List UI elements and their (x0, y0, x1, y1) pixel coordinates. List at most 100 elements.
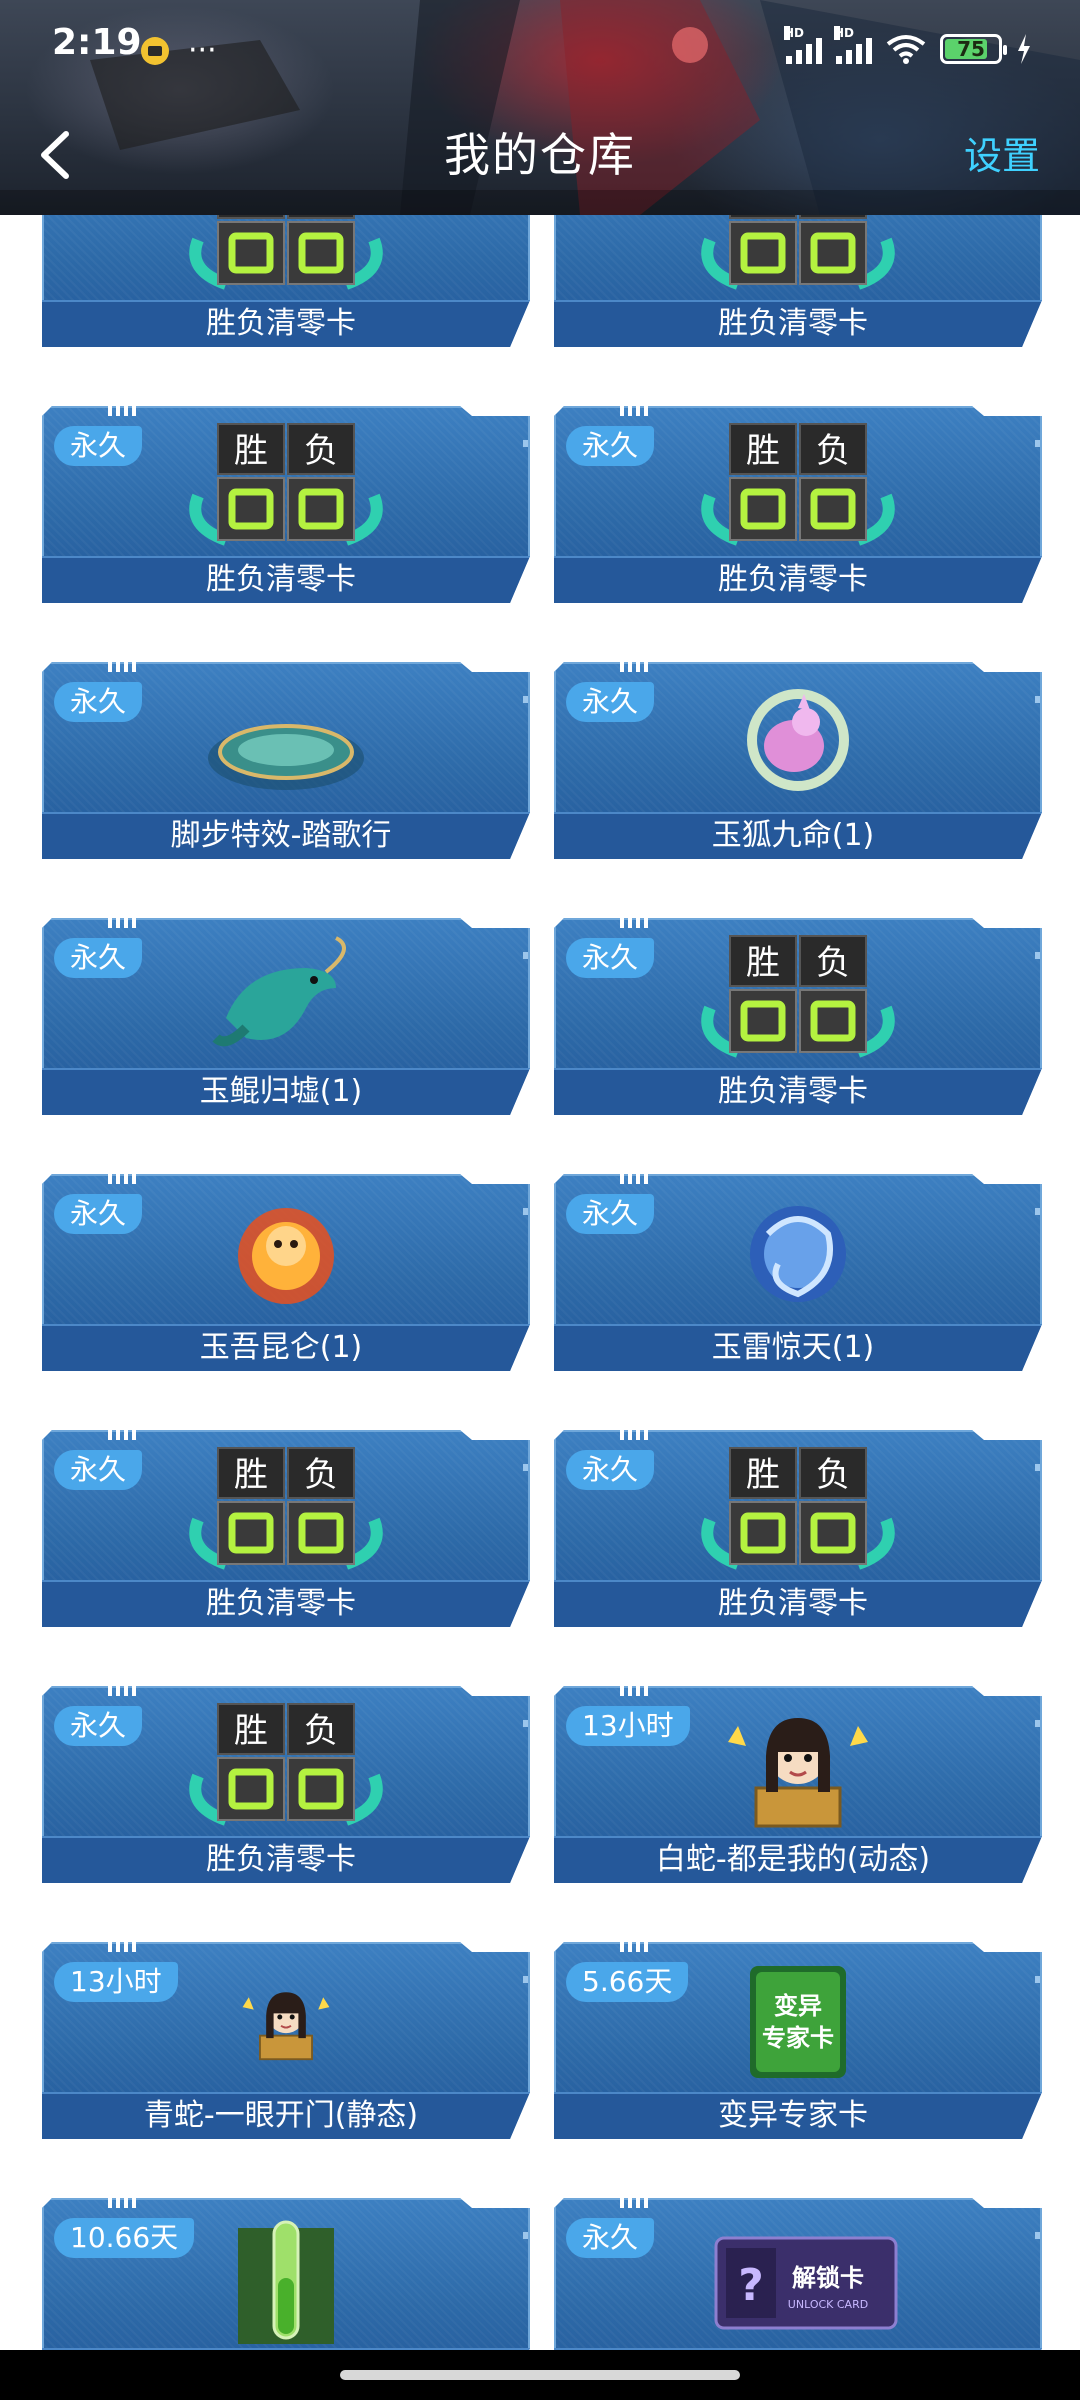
duration-badge: 永久 (54, 426, 143, 466)
item-card-6[interactable]: 玉狐九命(1) 永久 (554, 658, 1042, 859)
duration-badge: 13小时 (54, 1962, 178, 2002)
card-side-mark (523, 1976, 528, 1983)
warehouse-item-list[interactable]: 胜 负 胜负清零卡 胜 负 胜负清零卡 (0, 215, 1080, 2350)
card-side-mark (1035, 1720, 1040, 1727)
svg-text:UNLOCK CARD: UNLOCK CARD (788, 2298, 868, 2311)
item-card-18[interactable]: ? 解锁卡 UNLOCK CARD 永久 (554, 2194, 1042, 2350)
home-indicator[interactable] (340, 2370, 740, 2380)
duration-badge: 13小时 (566, 1706, 690, 1746)
card-corner-ticks (108, 2194, 136, 2208)
jade-kun-fish-art (212, 936, 346, 1047)
item-art: ? 解锁卡 UNLOCK CARD (698, 2208, 898, 2344)
item-name: 胜负清零卡 (206, 1842, 356, 1877)
item-card-1[interactable]: 胜 负 胜负清零卡 (42, 215, 530, 347)
duration-badge: 永久 (54, 1450, 143, 1490)
win-lose-reset-art: 胜 负 (701, 935, 895, 1058)
svg-text:负: 负 (304, 431, 338, 471)
card-corner-ticks (108, 1938, 136, 1952)
battery-icon: 75 (940, 34, 1007, 64)
item-art: 胜 负 (186, 1696, 386, 1832)
svg-text:胜: 胜 (746, 1455, 780, 1495)
item-art: 胜 负 (186, 1440, 386, 1576)
card-corner-ticks (620, 1426, 648, 1440)
svg-text:负: 负 (816, 1455, 850, 1495)
card-side-mark (523, 2232, 528, 2239)
svg-text:胜: 胜 (746, 943, 780, 983)
mutation-expert-card-art: 变异 专家卡 (750, 1966, 846, 2078)
item-card-13[interactable]: 胜 负 胜负清零卡 永久 (42, 1682, 530, 1883)
item-name: 玉鲲归墟(1) (199, 1074, 363, 1109)
svg-text:胜: 胜 (234, 1711, 268, 1751)
card-corner-ticks (108, 1426, 136, 1440)
item-art (698, 1184, 898, 1320)
item-card-16[interactable]: 变异 专家卡 变异专家卡 5.66天 (554, 1938, 1042, 2139)
item-art (698, 1696, 898, 1832)
item-art: 胜 负 (186, 416, 386, 552)
item-card-12[interactable]: 胜 负 胜负清零卡 永久 (554, 1426, 1042, 1627)
card-side-mark (1035, 2232, 1040, 2239)
item-name: 脚步特效-踏歌行 (170, 818, 392, 853)
card-corner-ticks (108, 1170, 136, 1184)
item-art: 胜 负 (698, 1440, 898, 1576)
item-name: 青蛇-一眼开门(静态) (143, 2098, 419, 2133)
unlock-card-art: ? 解锁卡 UNLOCK CARD (714, 2236, 898, 2330)
duration-badge: 永久 (566, 682, 655, 722)
snake-avatar-art (728, 1718, 868, 1828)
card-side-mark (1035, 440, 1040, 447)
item-art (186, 672, 386, 808)
card-corner-ticks (620, 658, 648, 672)
card-side-mark (523, 440, 528, 447)
card-side-mark (1035, 696, 1040, 703)
system-nav-bar (0, 2350, 1080, 2400)
card-corner-ticks (620, 1938, 648, 1952)
duration-badge: 永久 (566, 426, 655, 466)
win-lose-reset-art: 胜 负 (701, 1447, 895, 1570)
item-card-10[interactable]: 玉雷惊天(1) 永久 (554, 1170, 1042, 1371)
item-card-17[interactable]: 10.66天 (42, 2194, 530, 2350)
card-corner-ticks (108, 1682, 136, 1696)
item-name: 胜负清零卡 (718, 306, 868, 341)
app-notification-icon (141, 37, 169, 65)
svg-text:负: 负 (816, 431, 850, 471)
header: 2:19 ··· HD HD 75 我的仓库 设置 (0, 0, 1080, 215)
snake-avatar-art (242, 1992, 330, 2061)
item-card-11[interactable]: 胜 负 胜负清零卡 永久 (42, 1426, 530, 1627)
card-side-mark (1035, 1976, 1040, 1983)
svg-text:胜: 胜 (234, 431, 268, 471)
status-right-icons: HD HD 75 (784, 24, 1032, 74)
item-name: 胜负清零卡 (206, 562, 356, 597)
jade-fox-art (747, 689, 849, 791)
item-card-4[interactable]: 胜 负 胜负清零卡 永久 (554, 402, 1042, 603)
win-lose-reset-art: 胜 负 (189, 1447, 383, 1570)
card-corner-ticks (108, 402, 136, 416)
item-card-14[interactable]: 白蛇-都是我的(动态) 13小时 (554, 1682, 1042, 1883)
status-left-icons: ··· (140, 26, 217, 76)
page-title: 我的仓库 (444, 128, 636, 182)
item-card-15[interactable]: 青蛇-一眼开门(静态) 13小时 (42, 1938, 530, 2139)
footstep-effect-art (208, 724, 364, 790)
duration-badge: 永久 (566, 1450, 655, 1490)
battery-level: 75 (957, 37, 985, 61)
item-card-3[interactable]: 胜 负 胜负清零卡 永久 (42, 402, 530, 603)
item-card-8[interactable]: 胜 负 胜负清零卡 永久 (554, 914, 1042, 1115)
item-card-7[interactable]: 玉鲲归墟(1) 永久 (42, 914, 530, 1115)
charging-icon (1018, 34, 1030, 64)
item-card-5[interactable]: 脚步特效-踏歌行 永久 (42, 658, 530, 859)
item-art: 胜 负 (698, 215, 898, 296)
win-lose-reset-art: 胜 负 (701, 215, 895, 290)
win-lose-reset-art: 胜 负 (189, 423, 383, 546)
duration-badge: 永久 (566, 938, 655, 978)
jade-kunlun-fire-art (238, 1208, 334, 1304)
item-art (186, 2208, 386, 2344)
svg-text:胜: 胜 (234, 1455, 268, 1495)
item-card-9[interactable]: 玉吾昆仑(1) 永久 (42, 1170, 530, 1371)
mutation-tube-art (238, 2220, 334, 2344)
item-art: 胜 负 (186, 215, 386, 296)
card-side-mark (1035, 1208, 1040, 1215)
svg-text:解锁卡: 解锁卡 (792, 2264, 864, 2292)
item-name: 变异专家卡 (718, 2098, 868, 2133)
settings-button[interactable]: 设置 (964, 126, 1040, 186)
item-art: 胜 负 (698, 416, 898, 552)
item-card-2[interactable]: 胜 负 胜负清零卡 (554, 215, 1042, 347)
card-side-mark (523, 1720, 528, 1727)
